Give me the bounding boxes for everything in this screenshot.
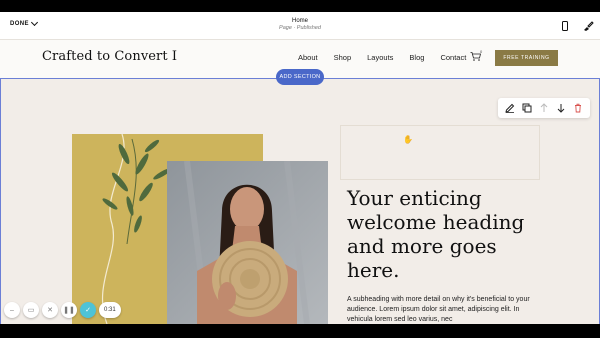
recording-timer: 0:31 xyxy=(99,302,121,318)
cancel-recording-icon[interactable]: ✕ xyxy=(42,302,58,318)
page-title: Home xyxy=(291,18,308,24)
nav-item-layouts[interactable]: Layouts xyxy=(367,53,393,62)
screen-recorder-controls: – ▭ ✕ ❚❚ ✓ 0:31 xyxy=(4,301,121,319)
site-styles-icon[interactable] xyxy=(582,20,594,32)
cart-count: 0 xyxy=(480,49,483,54)
duplicate-icon[interactable] xyxy=(520,101,534,115)
free-training-button[interactable]: FREE TRAINING xyxy=(495,50,558,66)
grab-cursor-icon: ✋ xyxy=(403,135,413,144)
empty-block-outline[interactable] xyxy=(340,125,540,180)
pause-icon[interactable]: ❚❚ xyxy=(61,302,77,318)
section-toolbar xyxy=(498,98,590,118)
done-button[interactable]: DONE xyxy=(10,18,38,27)
chevron-down-icon xyxy=(30,18,38,27)
nav-item-about[interactable]: About xyxy=(298,53,318,62)
add-section-button[interactable]: ADD SECTION xyxy=(276,69,324,85)
nav-item-contact[interactable]: Contact xyxy=(440,53,466,62)
done-label: DONE xyxy=(10,21,29,27)
main-nav: About Shop Layouts Blog Contact xyxy=(298,53,482,62)
nav-item-shop[interactable]: Shop xyxy=(334,53,352,62)
site-logo[interactable]: Crafted to Convert I xyxy=(42,49,177,64)
editor-frame: DONE Home Page · Published Crafted to Co… xyxy=(0,12,600,324)
hero-heading[interactable]: Your enticing welcome heading and more g… xyxy=(347,186,547,282)
mobile-preview-icon[interactable] xyxy=(562,21,568,31)
finish-recording-icon[interactable]: ✓ xyxy=(80,302,96,318)
editor-top-bar: DONE Home Page · Published xyxy=(0,12,600,40)
woman-with-hat-image[interactable] xyxy=(167,161,328,324)
page-status: Page · Published xyxy=(279,25,321,31)
hero-subheading[interactable]: A subheading with more detail on why it'… xyxy=(347,295,537,324)
edit-icon[interactable] xyxy=(503,101,517,115)
move-down-icon[interactable] xyxy=(554,101,568,115)
minimize-icon[interactable]: – xyxy=(4,302,20,318)
nav-item-blog[interactable]: Blog xyxy=(409,53,424,62)
delete-icon[interactable] xyxy=(571,101,585,115)
page-info[interactable]: Home Page · Published xyxy=(250,18,350,31)
camera-toggle-icon[interactable]: ▭ xyxy=(23,302,39,318)
move-up-icon[interactable] xyxy=(537,101,551,115)
